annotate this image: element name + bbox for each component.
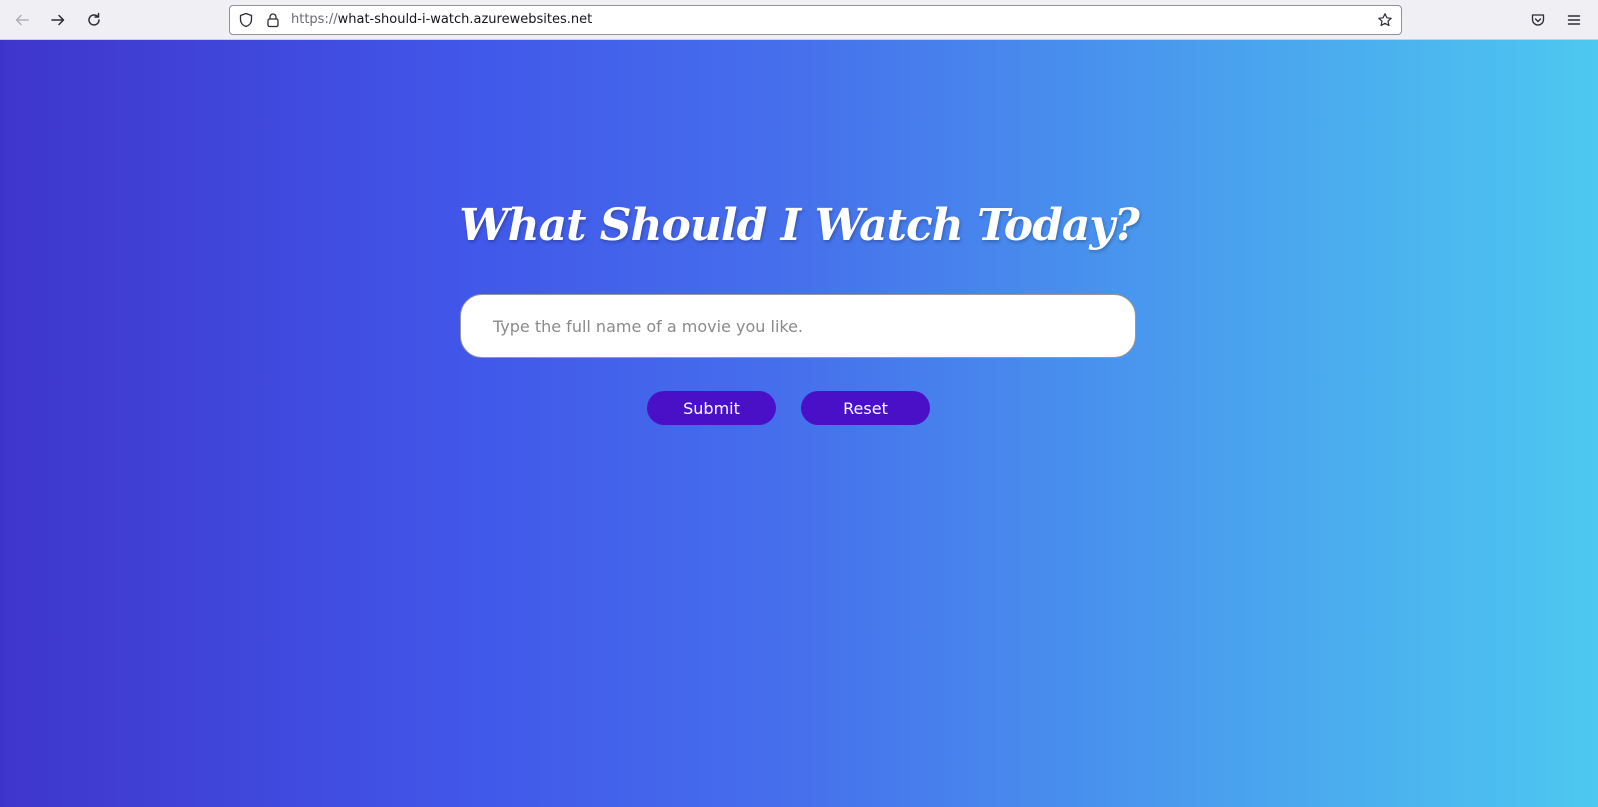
- menu-button[interactable]: [1560, 6, 1588, 34]
- url-host: what-should-i-watch.azurewebsites.net: [337, 12, 593, 27]
- reset-button[interactable]: Reset: [801, 391, 930, 425]
- submit-button[interactable]: Submit: [647, 391, 776, 425]
- shield-icon[interactable]: [238, 12, 254, 28]
- menu-icon: [1567, 15, 1581, 25]
- forward-button[interactable]: [44, 6, 72, 34]
- reload-button[interactable]: [80, 6, 108, 34]
- pocket-icon: [1531, 14, 1545, 26]
- url-protocol: https://: [291, 12, 338, 27]
- url-text[interactable]: https://what-should-i-watch.azurewebsite…: [291, 12, 592, 27]
- url-bar[interactable]: https://what-should-i-watch.azurewebsite…: [229, 5, 1402, 35]
- back-button[interactable]: [8, 6, 36, 34]
- page-background: What Should I Watch Today? Submit Reset: [0, 40, 1598, 807]
- page-title: What Should I Watch Today?: [459, 200, 1140, 251]
- back-arrow-icon: [15, 14, 29, 26]
- pocket-button[interactable]: [1524, 6, 1552, 34]
- lock-icon[interactable]: [265, 12, 281, 28]
- star-icon[interactable]: [1377, 12, 1393, 28]
- browser-toolbar: https://what-should-i-watch.azurewebsite…: [0, 0, 1598, 40]
- forward-arrow-icon: [51, 14, 65, 26]
- movie-search-input[interactable]: [460, 294, 1136, 358]
- reload-icon: [88, 12, 100, 26]
